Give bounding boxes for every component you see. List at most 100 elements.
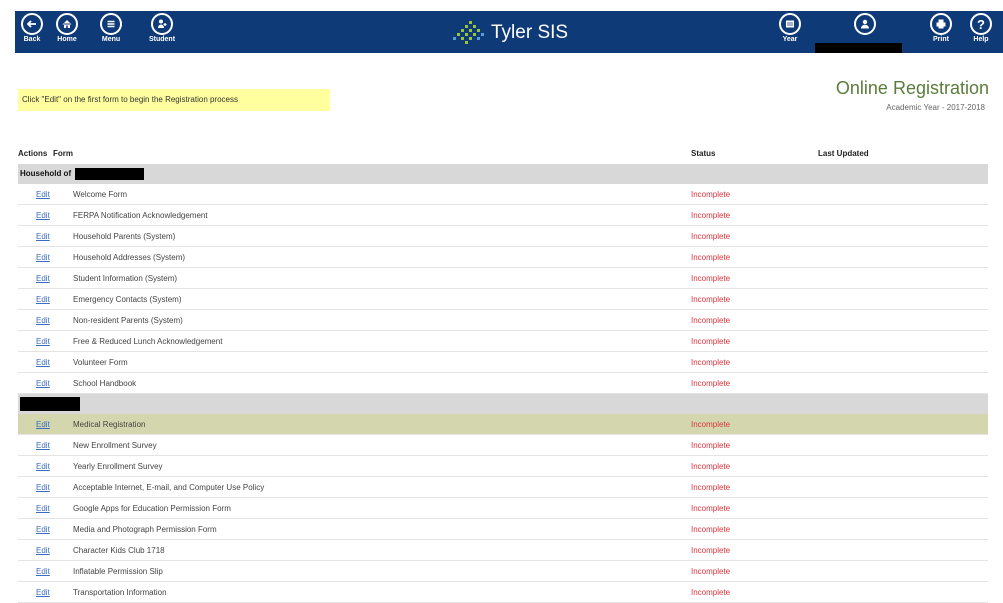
status-text: Incomplete [691, 525, 731, 534]
household-group-header: Household of [18, 164, 988, 184]
status-text: Incomplete [691, 358, 731, 367]
student-form-list: Edit Medical Registration Incomplete Edit Ne… [18, 414, 988, 603]
brand-name: Tyler SIS [491, 22, 569, 43]
instruction-banner: Click "Edit" on the first form to begin … [18, 89, 330, 111]
edit-link[interactable]: Edit [36, 567, 50, 576]
edit-link[interactable]: Edit [36, 274, 50, 283]
tyler-sis-logo: Tyler SIS [453, 20, 568, 46]
household-form-list: Edit Welcome Form Incomplete Edit FERPA Noti… [18, 184, 988, 394]
user-icon [854, 13, 876, 35]
edit-link[interactable]: Edit [36, 588, 50, 597]
form-name: Student Information (System) [73, 274, 178, 283]
header-form: Form [53, 149, 73, 158]
form-name: Transportation Information [73, 588, 167, 597]
redacted-household-name [75, 168, 145, 180]
redacted-student-name [20, 397, 80, 411]
form-name: School Handbook [73, 379, 137, 388]
status-text: Incomplete [691, 316, 731, 325]
status-text: Incomplete [691, 504, 731, 513]
user-account-button[interactable] [848, 13, 882, 35]
edit-link[interactable]: Edit [36, 190, 50, 199]
menu-button[interactable]: Menu [94, 13, 128, 43]
table-row: Edit Acceptable Internet, E-mail, and Com… [18, 477, 988, 498]
form-name: Free & Reduced Lunch Acknowledgement [73, 337, 223, 346]
edit-link[interactable]: Edit [36, 295, 50, 304]
table-header: Actions Form Status Last Updated [18, 144, 988, 164]
form-name: Inflatable Permission Slip [73, 567, 163, 576]
edit-link[interactable]: Edit [36, 232, 50, 241]
edit-link[interactable]: Edit [36, 483, 50, 492]
status-text: Incomplete [691, 295, 731, 304]
table-row: Edit School Handbook Incomplete [18, 373, 988, 394]
header-actions: Actions [18, 149, 48, 158]
status-text: Incomplete [691, 337, 731, 346]
table-row: Edit Character Kids Club 1718 Incomplete [18, 540, 988, 561]
tyler-logo-icon [453, 21, 484, 44]
home-label: Home [57, 36, 77, 43]
form-name: Volunteer Form [73, 358, 128, 367]
form-name: Medical Registration [73, 420, 146, 429]
form-name: Acceptable Internet, E-mail, and Compute… [73, 483, 265, 492]
table-row: Edit Transportation Information Incomplete [18, 582, 988, 603]
table-row: Edit Google Apps for Education Permission… [18, 498, 988, 519]
calendar-icon [779, 13, 801, 35]
edit-link[interactable]: Edit [36, 525, 50, 534]
table-row: Edit Inflatable Permission Slip Incomplete [18, 561, 988, 582]
printer-icon [930, 13, 952, 35]
student-button[interactable]: Student [145, 13, 179, 43]
edit-link[interactable]: Edit [36, 546, 50, 555]
status-text: Incomplete [691, 190, 731, 199]
edit-link[interactable]: Edit [36, 316, 50, 325]
edit-link[interactable]: Edit [36, 504, 50, 513]
student-icon [151, 13, 173, 35]
home-button[interactable]: Home [50, 13, 84, 43]
table-row: Edit Welcome Form Incomplete [18, 184, 988, 205]
registration-forms-table: Actions Form Status Last Updated Househo… [18, 144, 988, 603]
edit-link[interactable]: Edit [36, 420, 50, 429]
status-text: Incomplete [691, 462, 731, 471]
edit-link[interactable]: Edit [36, 211, 50, 220]
status-text: Incomplete [691, 420, 731, 429]
status-text: Incomplete [691, 379, 731, 388]
status-text: Incomplete [691, 546, 731, 555]
back-button[interactable]: Back [15, 13, 49, 43]
menu-icon [100, 13, 122, 35]
form-name: Media and Photograph Permission Form [73, 525, 217, 534]
form-name: Emergency Contacts (System) [73, 295, 182, 304]
help-button[interactable]: ? Help [964, 13, 998, 43]
table-row: Edit Free & Reduced Lunch Acknowledgement… [18, 331, 988, 352]
year-label: Year [782, 36, 798, 43]
form-name: Yearly Enrollment Survey [73, 462, 163, 471]
edit-link[interactable]: Edit [36, 337, 50, 346]
edit-link[interactable]: Edit [36, 358, 50, 367]
form-name: Household Parents (System) [73, 232, 176, 241]
edit-link[interactable]: Edit [36, 253, 50, 262]
edit-link[interactable]: Edit [36, 462, 50, 471]
edit-link[interactable]: Edit [36, 379, 50, 388]
table-row: Edit Student Information (System) Incomple… [18, 268, 988, 289]
status-text: Incomplete [691, 588, 731, 597]
form-name: Google Apps for Education Permission For… [73, 504, 231, 513]
form-name: New Enrollment Survey [73, 441, 157, 450]
table-row: Edit Media and Photograph Permission Form… [18, 519, 988, 540]
status-text: Incomplete [691, 274, 731, 283]
table-row: Edit FERPA Notification Acknowledgement In… [18, 205, 988, 226]
home-icon [56, 13, 78, 35]
header-last-updated: Last Updated [818, 149, 869, 158]
year-button[interactable]: Year [773, 13, 807, 43]
help-label: Help [973, 36, 989, 43]
table-row: Edit Household Addresses (System) Incomple… [18, 247, 988, 268]
form-name: Character Kids Club 1718 [73, 546, 165, 555]
status-text: Incomplete [691, 441, 731, 450]
header-status: Status [691, 149, 716, 158]
help-icon: ? [970, 13, 992, 35]
edit-link[interactable]: Edit [36, 441, 50, 450]
table-row: Edit Yearly Enrollment Survey Incomplete [18, 456, 988, 477]
status-text: Incomplete [691, 567, 731, 576]
table-row: Edit Non-resident Parents (System) Incompl… [18, 310, 988, 331]
print-label: Print [933, 36, 949, 43]
print-button[interactable]: Print [924, 13, 958, 43]
status-text: Incomplete [691, 232, 731, 241]
top-nav-bar: Back Home Menu Student Tyler SIS Year Pr… [15, 11, 1003, 53]
household-label: Household of [20, 169, 72, 179]
